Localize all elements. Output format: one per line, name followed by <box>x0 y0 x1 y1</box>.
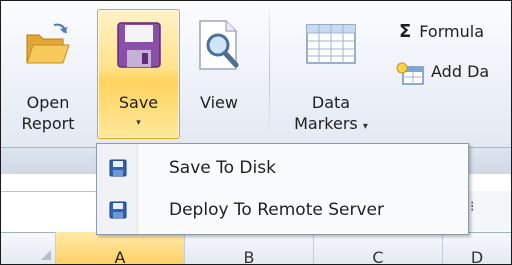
column-header-c[interactable]: C <box>314 232 443 264</box>
open-report-label-2: Report <box>21 114 75 133</box>
data-markers-label-2: Markers ▾ <box>283 113 379 137</box>
data-markers-button[interactable]: Data Markers ▾ <box>283 9 379 139</box>
app-window: ⁝ A B C D Open Report Save ▾ View Data M… <box>0 0 512 265</box>
ribbon: Open Report Save ▾ View Data Markers ▾ Σ… <box>1 1 511 147</box>
sigma-icon: Σ <box>399 21 412 42</box>
floppy-disk-icon <box>116 22 161 68</box>
expand-icon: ⁝ <box>470 199 475 215</box>
select-all-icon <box>41 250 51 260</box>
save-button[interactable]: Save ▾ <box>97 9 180 139</box>
ribbon-group-separator <box>269 9 270 139</box>
data-markers-label-text: Markers <box>294 114 358 133</box>
floppy-disk-icon <box>109 201 127 219</box>
save-dropdown-arrow[interactable]: ▾ <box>136 118 141 128</box>
view-label: View <box>200 93 238 112</box>
menu-item-save-to-disk[interactable]: Save To Disk <box>97 148 468 188</box>
column-header-a[interactable]: A <box>56 232 185 264</box>
data-markers-dropdown-arrow[interactable]: ▾ <box>363 121 368 132</box>
save-dropdown-menu: Save To Disk Deploy To Remote Server <box>96 143 469 235</box>
select-all-corner[interactable] <box>1 232 56 264</box>
folder-open-icon <box>26 23 70 64</box>
magnify-icon <box>199 20 239 70</box>
add-data-label: Add Da <box>431 62 490 81</box>
open-report-button[interactable]: Open Report <box>13 9 83 139</box>
grid-table-icon <box>306 24 356 64</box>
save-label: Save <box>118 93 159 112</box>
floppy-disk-icon <box>109 159 127 177</box>
menu-item-deploy-remote[interactable]: Deploy To Remote Server <box>97 190 468 230</box>
menu-item-label: Save To Disk <box>169 158 276 178</box>
add-data-icon <box>396 62 424 85</box>
formula-bar-expander[interactable]: ⁝ <box>463 191 511 231</box>
column-header-d[interactable]: D <box>443 232 511 264</box>
open-report-label-1: Open <box>26 93 70 112</box>
formula-button[interactable]: Σ Formula <box>399 21 484 42</box>
formula-label: Formula <box>419 22 484 41</box>
view-button[interactable]: View <box>189 9 249 139</box>
menu-item-label: Deploy To Remote Server <box>169 200 384 220</box>
data-markers-label-1: Data <box>311 93 351 112</box>
column-header-b[interactable]: B <box>185 232 314 264</box>
